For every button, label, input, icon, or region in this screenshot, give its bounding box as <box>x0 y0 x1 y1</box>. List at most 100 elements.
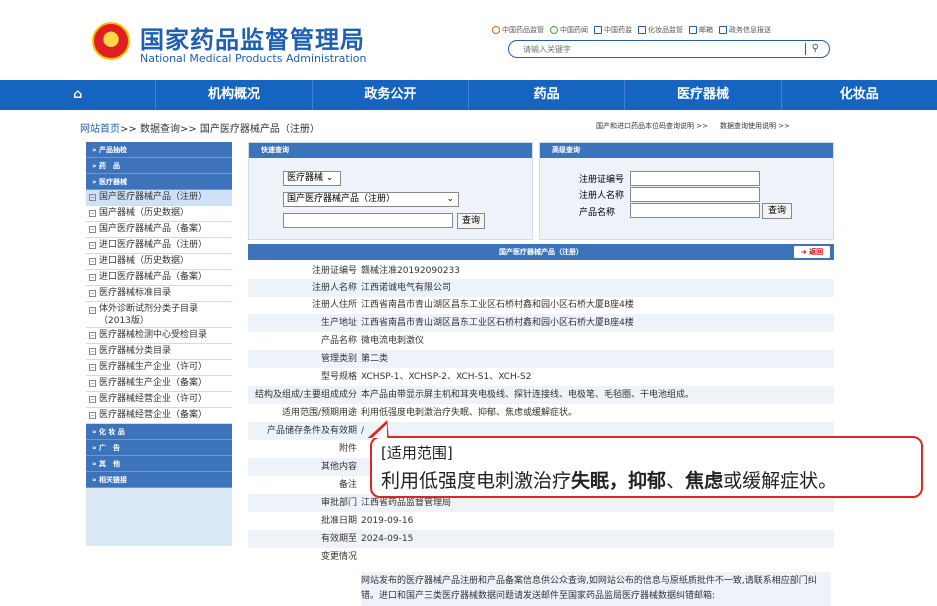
nav-home-icon[interactable]: ⌂ <box>0 80 157 110</box>
mobile-icon <box>638 26 646 34</box>
sidebar-item[interactable]: − 国产器械（历史数据） <box>86 206 232 222</box>
expand-icon: − <box>89 274 96 281</box>
sidebar-item[interactable]: − 医疗器械生产企业（备案） <box>86 376 232 392</box>
sidebar-item[interactable]: − 医疗器械经营企业（许可） <box>86 392 232 408</box>
top-link[interactable]: 化妆品监管 <box>638 25 683 35</box>
sidebar-item[interactable]: − 进口器械（历史数据） <box>86 254 232 270</box>
sidebar: » 产品抽检 » 药 品 » 医疗器械 − 国产医疗器械产品（注册） − 国产器械（… <box>86 142 232 546</box>
help-links: 国产和进口药品本位码查询说明 >> 数据查询使用说明 >> <box>596 121 790 131</box>
breadcrumb-query[interactable]: 数据查询 <box>140 124 180 135</box>
subcategory-select[interactable]: 国产医疗器械产品（注册） ⌄ <box>283 192 459 207</box>
chevron-down-icon: ⌄ <box>325 173 334 183</box>
reg-name-input[interactable] <box>630 187 760 202</box>
site-logo-subtitle: National Medical Products Administration <box>140 52 367 65</box>
product-name-label: 产品名称 <box>579 208 616 218</box>
quick-query-button[interactable]: 查询 <box>457 213 485 229</box>
sidebar-item[interactable]: − 医疗器械分类目录 <box>86 344 232 360</box>
callout-title: [适用范围] <box>381 444 453 462</box>
expand-icon: − <box>89 396 96 403</box>
nav-item-drug[interactable]: 药品 <box>469 80 626 110</box>
reg-name-label: 注册人名称 <box>579 191 625 201</box>
sidebar-category[interactable]: » 药 品 <box>86 158 232 174</box>
detail-row: 型号规格 XCHSP-1、XCHSP-2、XCH-S1、XCH-S2 <box>320 372 532 382</box>
expand-icon: − <box>89 258 96 265</box>
quick-query-title: 快速查询 <box>249 143 532 158</box>
category-select[interactable]: 医疗器械 ⌄ <box>283 171 341 186</box>
breadcrumb-current: 国产医疗器械产品（注册） <box>199 124 320 135</box>
back-button[interactable]: ➜ 返回 <box>794 246 830 258</box>
sidebar-item[interactable]: − 医疗器械经营企业（备案） <box>86 408 232 424</box>
top-link[interactable]: 中国药闻 <box>550 25 588 35</box>
sidebar-item[interactable]: − 医疗器械检测中心受检目录 <box>86 328 232 344</box>
advanced-query-title: 高级查询 <box>540 143 833 158</box>
top-links: 中国药品监管 中国药闻 中国药监 化妆品监管 邮箱 政务信息报送 <box>492 23 892 37</box>
sidebar-item[interactable]: − 进口医疗器械产品（注册） <box>86 238 232 254</box>
product-name-input[interactable] <box>630 203 760 218</box>
expand-icon: − <box>89 194 96 201</box>
detail-row: 变更情况 <box>320 552 357 562</box>
disclaimer-text: 网站发布的医疗器械产品注册和产品备案信息供公众查询,如网站公布的信息与原纸质批件… <box>361 572 831 606</box>
breadcrumb: 网站首页>> 数据查询>> 国产医疗器械产品（注册） <box>80 124 320 135</box>
sidebar-category[interactable]: » 其 他 <box>86 456 232 472</box>
quick-query-panel: 快速查询 医疗器械 ⌄ 国产医疗器械产品（注册） ⌄ 查询 <box>248 142 533 240</box>
site-header: 国家药品监督管理局 National Medical Products Admi… <box>0 0 937 80</box>
expand-icon: − <box>89 380 96 387</box>
quick-query-input[interactable] <box>283 213 453 228</box>
detail-row: 注册证编号 赣械注准20192090233 <box>311 266 460 276</box>
expand-icon: − <box>89 332 96 339</box>
nav-item-cosmetic[interactable]: 化妆品 <box>782 80 937 110</box>
breadcrumb-home[interactable]: 网站首页 <box>80 124 120 135</box>
detail-row: 管理类别 第二类 <box>248 350 834 368</box>
top-link[interactable]: 政务信息报送 <box>719 25 771 35</box>
national-emblem-icon <box>92 22 130 60</box>
help-link-code[interactable]: 国产和进口药品本位码查询说明 >> <box>596 121 708 131</box>
sidebar-item[interactable]: − 医疗器械生产企业（许可） <box>86 360 232 376</box>
expand-icon: − <box>89 307 96 314</box>
expand-icon: − <box>89 364 96 371</box>
mail-icon <box>689 26 697 34</box>
sidebar-item[interactable]: − 国产医疗器械产品（注册） <box>86 190 232 206</box>
sidebar-category[interactable]: » 产品抽检 <box>86 142 232 158</box>
sidebar-item[interactable]: − 国产医疗器械产品（备案） <box>86 222 232 238</box>
top-link[interactable]: 中国药监 <box>594 25 632 35</box>
search-input[interactable] <box>523 43 793 55</box>
help-link-usage[interactable]: 数据查询使用说明 >> <box>720 121 790 131</box>
expand-icon: − <box>89 210 96 217</box>
detail-row: 注册人名称 江西诺诚电气有限公司 <box>248 279 834 297</box>
expand-icon: − <box>89 226 96 233</box>
detail-row: 注册人住所 江西省南昌市青山湖区昌东工业区石桥村鑫和园小区石桥大厦B座4楼 <box>311 300 634 310</box>
expand-icon: − <box>89 412 96 419</box>
sidebar-category[interactable]: » 医疗器械 <box>86 174 232 190</box>
sidebar-item[interactable]: − 进口医疗器械产品（备案） <box>86 270 232 286</box>
mobile-icon <box>594 26 602 34</box>
sidebar-category[interactable]: » 化 妆 品 <box>86 424 232 440</box>
callout-box: [适用范围] 利用低强度电刺激治疗失眠，抑郁、焦虑或缓解症状。 <box>370 436 923 498</box>
main-nav: ⌂ 机构概况 政务公开 药品 医疗器械 化妆品 <box>0 80 937 110</box>
nav-item-gov[interactable]: 政务公开 <box>313 80 469 110</box>
search-icon[interactable]: ⚲ <box>804 43 819 55</box>
advanced-query-button[interactable]: 查询 <box>762 203 792 219</box>
site-logo-title[interactable]: 国家药品监督管理局 <box>140 20 365 55</box>
sidebar-category[interactable]: » 相关链接 <box>86 472 232 488</box>
callout-text: 利用低强度电刺激治疗失眠，抑郁、焦虑或缓解症状。 <box>381 470 838 492</box>
detail-row: 结构及组成/主要组成成分 本产品由带显示屏主机和耳夹电极线、探针连接线、电极笔、毛… <box>248 386 834 404</box>
advanced-query-panel: 高级查询 注册证编号 注册人名称 产品名称 查询 <box>539 142 834 240</box>
detail-row: 适用范围/预期用途 利用低强度电刺激治疗失眠、抑郁、焦虑或缓解症状。 <box>281 408 578 418</box>
sidebar-category[interactable]: » 广 告 <box>86 440 232 456</box>
expand-icon: − <box>89 348 96 355</box>
monitor-icon <box>719 26 727 34</box>
detail-row: 生产地址 江西省南昌市青山湖区昌东工业区石桥村鑫和园小区石桥大厦B座4楼 <box>248 314 834 332</box>
detail-row: 产品名称 微电流电刺激仪 <box>320 336 425 346</box>
nav-item-org[interactable]: 机构概况 <box>156 80 313 110</box>
detail-panel: 国产医疗器械产品（注册） ➜ 返回 注册证编号 赣械注准20192090233 注… <box>248 244 834 606</box>
chevron-down-icon: ⌄ <box>446 194 454 204</box>
reg-no-input[interactable] <box>630 171 760 186</box>
weibo-icon <box>492 26 500 34</box>
top-link[interactable]: 邮箱 <box>689 25 713 35</box>
sidebar-item[interactable]: − 医疗器械标准目录 <box>86 286 232 302</box>
sidebar-item[interactable]: − 体外诊断试剂分类子目录（2013版） <box>86 302 232 328</box>
top-link[interactable]: 中国药品监管 <box>492 25 544 35</box>
nav-item-device[interactable]: 医疗器械 <box>625 80 782 110</box>
reg-no-label: 注册证编号 <box>579 175 625 185</box>
expand-icon: − <box>89 242 96 249</box>
